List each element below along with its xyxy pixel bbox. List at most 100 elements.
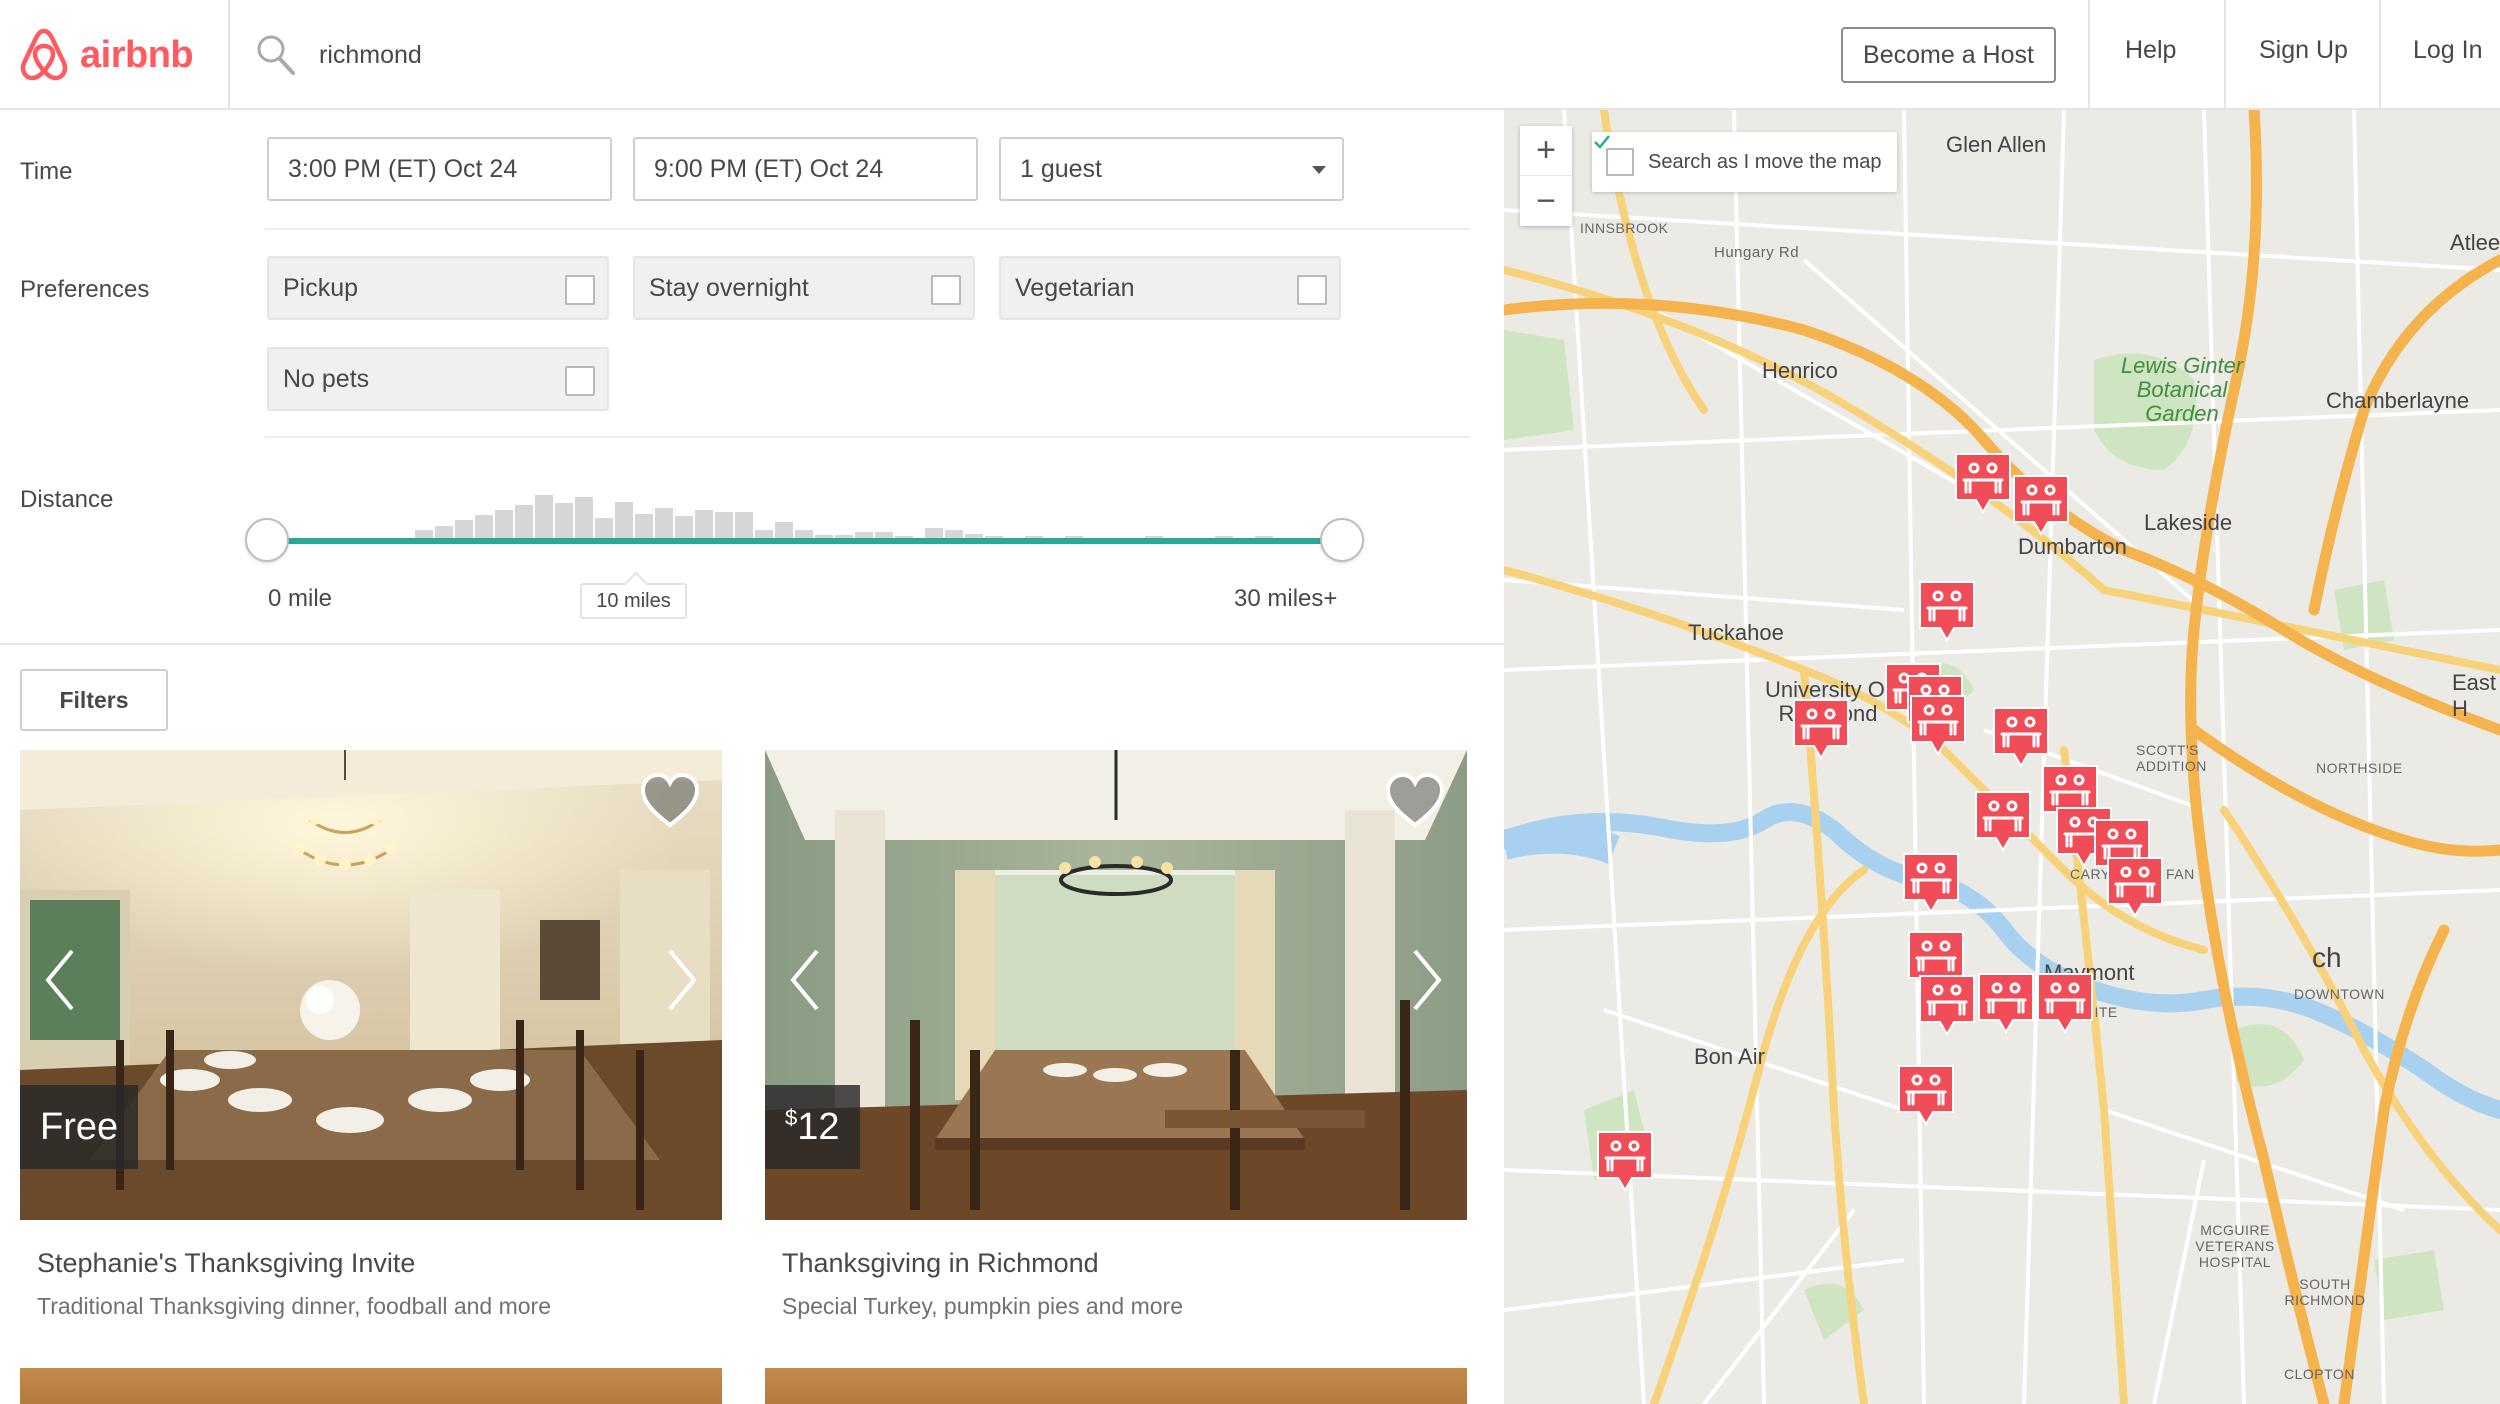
search-input[interactable]: richmond xyxy=(319,41,422,70)
preferences-label: Preferences xyxy=(20,276,150,303)
price-badge: $ 12 xyxy=(765,1085,860,1169)
pref-stay-overnight[interactable]: Stay overnight xyxy=(633,256,975,320)
map-label: SCOTT'S ADDITION xyxy=(2136,742,2207,774)
heart-icon[interactable] xyxy=(1383,770,1447,834)
price-value: Free xyxy=(40,1105,119,1148)
map-label-park: Lewis Ginter Botanical Garden xyxy=(2120,353,2244,426)
distance-min-handle[interactable] xyxy=(245,518,289,562)
zoom-controls: + − xyxy=(1520,126,1572,226)
map-pin-dinner-icon[interactable] xyxy=(1790,696,1852,762)
map-pin-dinner-icon[interactable] xyxy=(1895,1062,1957,1128)
map-pin-dinner-icon[interactable] xyxy=(1907,692,1969,758)
help-link[interactable]: Help xyxy=(2125,36,2176,65)
airbnb-belo-icon xyxy=(20,28,68,81)
zoom-in-button[interactable]: + xyxy=(1520,126,1572,176)
guests-select[interactable]: 1 guest xyxy=(999,137,1344,201)
map-pin-dinner-icon[interactable] xyxy=(1972,788,2034,854)
chevron-right-icon[interactable] xyxy=(662,945,702,1015)
map-label: INNSBROOK xyxy=(1580,220,1669,236)
map-label: Henrico xyxy=(1762,358,1838,383)
divider xyxy=(265,228,1470,230)
map-pin-dinner-icon[interactable] xyxy=(1916,578,1978,644)
pref-stay-overnight-label: Stay overnight xyxy=(649,273,809,302)
map-pin-dinner-icon[interactable] xyxy=(1900,850,1962,916)
listing-card-peek[interactable] xyxy=(20,1368,722,1404)
map-pin-dinner-icon[interactable] xyxy=(1916,972,1978,1038)
map-label: MCGUIRE VETERANS HOSPITAL xyxy=(2195,1222,2275,1270)
listing-card-peek[interactable] xyxy=(765,1368,1467,1404)
listing-title[interactable]: Thanksgiving in Richmond xyxy=(782,1248,1099,1279)
map-pin-dinner-icon[interactable] xyxy=(2034,970,2096,1036)
map-label: Tuckahoe xyxy=(1688,620,1784,645)
listing-subtitle: Special Turkey, pumpkin pies and more xyxy=(782,1293,1183,1319)
listing-card[interactable]: $ 12 xyxy=(765,750,1467,1220)
listing-card[interactable]: Free xyxy=(20,750,722,1220)
listing-subtitle: Traditional Thanksgiving dinner, foodbal… xyxy=(37,1293,551,1319)
search-as-move-checkbox[interactable] xyxy=(1594,135,1634,176)
map-pin-dinner-icon[interactable] xyxy=(2104,854,2166,920)
pref-vegetarian[interactable]: Vegetarian xyxy=(999,256,1341,320)
map-pin-dinner-icon[interactable] xyxy=(1952,450,2014,516)
top-header: airbnb richmond Become a Host Help Sign … xyxy=(0,0,2500,110)
search-as-move-toggle[interactable]: Search as I move the map xyxy=(1592,132,1898,192)
map-pin-dinner-icon[interactable] xyxy=(1975,970,2037,1036)
vegetarian-checkbox[interactable] xyxy=(1297,275,1327,305)
search-bar[interactable]: richmond xyxy=(255,30,422,80)
pref-pickup[interactable]: Pickup xyxy=(267,256,609,320)
log-in-link[interactable]: Log In xyxy=(2413,36,2483,65)
map-pin-dinner-icon[interactable] xyxy=(1594,1128,1656,1194)
distance-histogram xyxy=(415,495,1273,542)
map-label: Chamberlayne xyxy=(2326,388,2470,413)
stay-overnight-checkbox[interactable] xyxy=(931,275,961,305)
guests-value: 1 guest xyxy=(1020,154,1103,183)
chevron-left-icon[interactable] xyxy=(785,945,825,1015)
pref-no-pets[interactable]: No pets xyxy=(267,347,609,411)
pickup-checkbox[interactable] xyxy=(565,275,595,305)
nav-divider xyxy=(2379,0,2381,108)
distance-tooltip: 10 miles xyxy=(580,583,687,619)
map-label: ch xyxy=(2312,942,2342,973)
map-pin-dinner-icon[interactable] xyxy=(2010,472,2072,538)
become-host-button[interactable]: Become a Host xyxy=(1841,27,2056,83)
map-label: NORTHSIDE xyxy=(2316,760,2403,776)
distance-range-track[interactable] xyxy=(268,538,1344,544)
map-label: Bon Air xyxy=(1694,1044,1765,1069)
search-icon xyxy=(257,35,295,75)
nav-divider xyxy=(2088,0,2090,108)
airbnb-logo[interactable]: airbnb xyxy=(18,25,194,85)
heart-icon[interactable] xyxy=(638,770,702,834)
zoom-out-button[interactable]: − xyxy=(1520,176,1572,226)
nav-divider xyxy=(2224,0,2226,108)
map-label: Glen Allen xyxy=(1946,132,2047,157)
end-time-field[interactable]: 9:00 PM (ET) Oct 24 xyxy=(633,137,978,201)
divider xyxy=(265,436,1470,438)
map-label: Lakeside xyxy=(2144,510,2233,535)
sign-up-link[interactable]: Sign Up xyxy=(2259,36,2348,65)
pref-pickup-label: Pickup xyxy=(283,273,359,302)
map-label: CLOPTON xyxy=(2284,1366,2355,1382)
map-label: FAN xyxy=(2166,866,2195,882)
map-label: Hungary Rd xyxy=(1714,244,1800,261)
chevron-left-icon[interactable] xyxy=(40,945,80,1015)
search-as-move-label: Search as I move the map xyxy=(1648,150,1882,173)
chevron-down-icon xyxy=(1312,166,1326,174)
map-pin-dinner-icon[interactable] xyxy=(1990,704,2052,770)
filters-button[interactable]: Filters xyxy=(20,669,168,731)
pref-no-pets-label: No pets xyxy=(283,364,370,393)
price-value: 12 xyxy=(797,1105,840,1148)
distance-max-handle[interactable] xyxy=(1320,518,1364,562)
map-label: East H xyxy=(2452,670,2497,721)
logo-wordmark: airbnb xyxy=(80,33,194,76)
map-label: Atlee xyxy=(2450,230,2500,255)
time-label: Time xyxy=(20,158,73,185)
listing-photo[interactable] xyxy=(765,750,1467,1220)
chevron-right-icon[interactable] xyxy=(1407,945,1447,1015)
listing-title[interactable]: Stephanie's Thanksgiving Invite xyxy=(37,1248,415,1279)
header-divider xyxy=(228,0,230,108)
divider xyxy=(0,643,1504,645)
start-time-field[interactable]: 3:00 PM (ET) Oct 24 xyxy=(267,137,612,201)
no-pets-checkbox[interactable] xyxy=(565,366,595,396)
map-panel[interactable]: + − Search as I move the map Glen Allen … xyxy=(1504,110,2500,1404)
map-label: SOUTH RICHMOND xyxy=(2284,1276,2366,1308)
checkmark-icon xyxy=(1594,135,1610,149)
